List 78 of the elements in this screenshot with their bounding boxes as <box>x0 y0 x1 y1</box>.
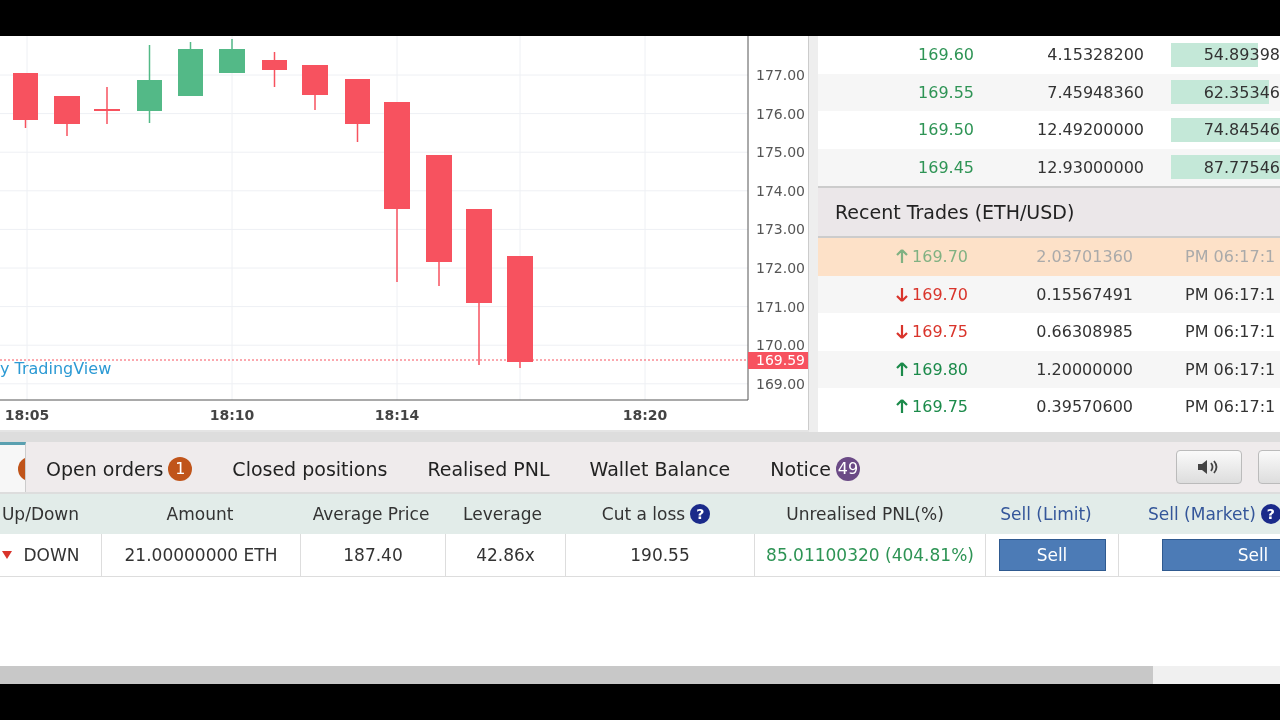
x-axis-label: 18:05 <box>4 407 50 423</box>
bid-amount: 4.15328200 <box>1046 45 1144 65</box>
column-header: Average Price <box>312 504 430 524</box>
bid-price: 169.55 <box>917 82 974 102</box>
trade-time: PM 06:17:1 <box>1185 322 1276 342</box>
trade-amount: 2.03701360 <box>1035 247 1133 267</box>
count-badge: 1 <box>168 456 193 481</box>
candle <box>54 95 80 137</box>
candle <box>345 78 370 143</box>
bid-price: 169.45 <box>917 157 974 177</box>
trade-time: PM 06:17:1 <box>1185 397 1276 417</box>
y-axis-label: 177.00 <box>756 67 805 83</box>
x-axis-label: 18:14 <box>374 407 420 423</box>
candle <box>178 41 203 97</box>
trade-price: 169.75 <box>912 397 968 417</box>
count-badge: 49 <box>836 456 860 481</box>
candle <box>219 38 245 74</box>
bid-total: 74.84546 <box>1203 120 1280 140</box>
table-cell: 85.01100320 (404.81%) <box>766 545 974 565</box>
trade-amount: 0.66308985 <box>1035 322 1133 342</box>
table-cell: 190.55 <box>630 545 690 565</box>
tab[interactable]: Realised PNL <box>407 442 570 492</box>
trade-price: 169.70 <box>912 247 968 267</box>
trade-time: PM 06:17:1 <box>1185 284 1276 304</box>
bid-amount: 12.93000000 <box>1036 157 1144 177</box>
tab[interactable]: Open orders 1 <box>26 442 213 492</box>
column-header: Leverage <box>463 504 542 524</box>
y-axis-label: 173.00 <box>756 221 805 238</box>
x-axis-label: 18:10 <box>209 407 255 423</box>
y-axis-label: 170.00 <box>756 337 805 354</box>
trade-amount: 0.39570600 <box>1035 397 1133 417</box>
bid-total: 62.35346 <box>1203 82 1280 102</box>
column-header: Sell (Limit) <box>1000 504 1092 524</box>
help-icon[interactable]: ? <box>690 504 711 524</box>
sell-button[interactable]: Sell <box>998 539 1106 571</box>
y-axis-label: 171.00 <box>756 298 805 315</box>
bid-price: 169.60 <box>917 45 974 65</box>
column-header: Up/Down <box>1 504 80 524</box>
candle <box>302 64 328 111</box>
bid-amount: 7.45948360 <box>1046 82 1144 102</box>
y-axis-label: 174.00 <box>756 182 805 199</box>
column-header: Sell (Market) <box>1148 504 1256 524</box>
bid-amount: 12.49200000 <box>1036 120 1144 140</box>
scrollbar[interactable] <box>0 666 1280 684</box>
table-cell: 187.40 <box>343 545 403 565</box>
trade-price: 169.75 <box>912 322 968 342</box>
tab[interactable]: Notice 49 <box>750 442 880 492</box>
panel-title: Recent Trades (ETH/USD) <box>835 201 1075 223</box>
y-axis-label: 175.00 <box>756 144 805 161</box>
column-header: Unrealised PNL(%) <box>786 504 944 524</box>
x-axis-label: 18:20 <box>622 407 668 423</box>
column-header: Amount <box>166 504 234 524</box>
trade-amount: 0.15567491 <box>1035 284 1133 304</box>
candle <box>262 51 287 88</box>
trade-time: PM 06:17:1 <box>1185 247 1276 267</box>
candle <box>13 72 38 129</box>
sound-button[interactable] <box>1176 450 1242 484</box>
sell-button[interactable]: Sell <box>1162 539 1280 571</box>
tab[interactable]: Closed positions <box>212 442 408 492</box>
y-axis-label: 176.00 <box>756 105 805 122</box>
candle <box>94 86 120 125</box>
column-header: Cut a loss <box>601 504 686 524</box>
trade-time: PM 06:17:1 <box>1185 359 1276 379</box>
trade-amount: 1.20000000 <box>1035 359 1133 379</box>
bid-total: 54.89398 <box>1203 45 1280 65</box>
y-axis-label: 169.00 <box>756 375 805 392</box>
bid-total: 87.77546 <box>1203 157 1280 177</box>
tab[interactable]: Wallet Balance <box>569 442 751 492</box>
help-icon[interactable]: ? <box>1260 504 1280 524</box>
trade-price: 169.70 <box>912 284 968 304</box>
table-cell: DOWN <box>23 545 80 565</box>
tab[interactable] <box>0 442 26 492</box>
trade-price: 169.80 <box>912 359 968 379</box>
bid-price: 169.50 <box>917 120 974 140</box>
last-price-tag: 169.59 <box>748 352 808 369</box>
y-axis-label: 172.00 <box>756 260 805 276</box>
table-cell: 42.86x <box>476 545 535 565</box>
table-cell: 21.00000000 ETH <box>124 545 278 565</box>
